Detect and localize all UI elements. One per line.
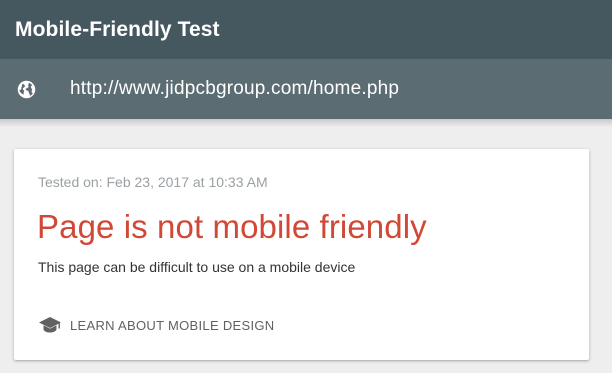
learn-mobile-design-link[interactable]: LEARN ABOUT MOBILE DESIGN [38,316,274,334]
tested-on-timestamp: Tested on: Feb 23, 2017 at 10:33 AM [38,174,268,190]
tested-url[interactable]: http://www.jidpcbgroup.com/home.php [70,78,399,100]
app-title: Mobile-Friendly Test [15,17,220,41]
url-bar: http://www.jidpcbgroup.com/home.php [0,59,612,127]
learn-link-label: LEARN ABOUT MOBILE DESIGN [70,317,275,333]
verdict-description: This page can be difficult to use on a m… [38,259,356,275]
mobile-friendly-test-app: Mobile-Friendly Test http://www.jidpcbgr… [0,0,612,373]
result-card: Tested on: Feb 23, 2017 at 10:33 AM Page… [14,149,589,360]
globe-icon [16,79,37,100]
graduation-cap-icon [38,316,62,334]
top-app-bar: Mobile-Friendly Test [0,0,612,59]
verdict-heading: Page is not mobile friendly [37,208,427,245]
